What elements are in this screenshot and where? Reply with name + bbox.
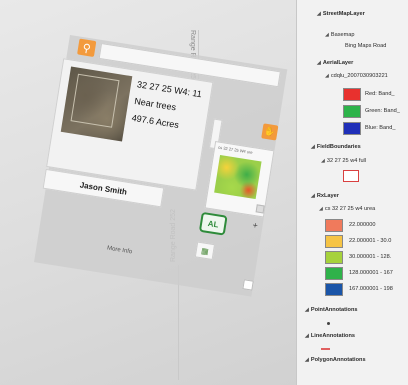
layer-name: cs 32 27 25 w4 urea <box>324 206 376 212</box>
layer-name: cdqlu_2007030903221 <box>330 73 388 79</box>
legend-sublayer-field[interactable]: ◢ 32 27 25 w4 full <box>321 158 366 164</box>
collapse-triangle-icon[interactable]: ◢ <box>317 11 321 17</box>
legend-sublayer-bing: Bing Maps Road <box>345 43 387 49</box>
rx-map-title: cs 32 27 25 W4 ure <box>217 144 253 155</box>
legend-layer-polygonannotations[interactable]: ◢ PolygonAnnotations <box>305 357 366 363</box>
rx-map-thumbnail <box>214 154 262 200</box>
aerial-thumbnail[interactable] <box>60 66 133 142</box>
collapse-triangle-icon[interactable]: ◢ <box>311 144 315 150</box>
field-info-popup: ⚲ 32 27 25 W4: 11 Near trees 497.6 Acres… <box>34 35 288 297</box>
field-outline-swatch <box>343 170 359 182</box>
rx-swatch <box>325 235 343 248</box>
field-acres: 497.6 Acres <box>131 112 180 131</box>
collapse-triangle-icon[interactable]: ◢ <box>325 73 329 79</box>
collapse-triangle-icon[interactable]: ◢ <box>319 206 323 212</box>
rx-class-label: 22.000000 <box>349 222 376 228</box>
rx-swatch <box>325 219 343 232</box>
collapse-triangle-icon[interactable]: ◢ <box>305 307 309 313</box>
point-symbol <box>327 322 330 325</box>
rx-class-label: 167.000001 - 198 <box>349 286 393 292</box>
map-icon: ▦ <box>200 245 210 256</box>
legend-layer-aerial[interactable]: ◢ AerialLayer <box>317 60 353 66</box>
legend-sublayer-rx[interactable]: ◢ cs 32 27 25 w4 urea <box>319 206 375 212</box>
field-info: 32 27 25 W4: 11 Near trees 497.6 Acres <box>130 79 209 141</box>
legend-layer-rx[interactable]: ◢ RxLayer <box>311 193 339 199</box>
rx-swatch <box>325 283 343 296</box>
band-swatch-green <box>343 105 361 118</box>
hand-button[interactable]: ✋ <box>261 123 279 141</box>
rx-card-button[interactable] <box>255 204 265 214</box>
band-swatch-red <box>343 88 361 101</box>
layer-name: AerialLayer <box>322 60 354 66</box>
line-symbol <box>321 348 330 350</box>
collapse-triangle-icon[interactable]: ◢ <box>317 60 321 66</box>
layer-name: PointAnnotations <box>310 307 358 313</box>
legend-layer-fieldboundaries[interactable]: ◢ FieldBoundaries <box>311 144 361 150</box>
layer-name: FieldBoundaries <box>316 144 361 150</box>
layer-name: RxLayer <box>316 193 339 199</box>
field-summary-panel: 32 27 25 W4: 11 Near trees 497.6 Acres <box>46 58 214 191</box>
hand-icon: ✋ <box>263 125 277 138</box>
rx-class-label: 128.000001 - 167 <box>349 270 393 276</box>
band-label-green: Green: Band_ <box>365 108 400 114</box>
layer-name: LineAnnotations <box>310 333 355 339</box>
legend-layer-streetmap[interactable]: ◢ StreetMapLayer <box>317 11 365 17</box>
band-swatch-blue <box>343 122 361 135</box>
layer-name: Basemap <box>330 32 355 38</box>
map-thumbnail-button[interactable]: ▦ <box>194 241 216 261</box>
rx-swatch <box>325 251 343 264</box>
al-badge[interactable]: AL <box>198 211 228 236</box>
more-info-link[interactable]: More Info <box>107 245 133 255</box>
search-button[interactable]: ⚲ <box>77 38 97 58</box>
plus-icon[interactable]: + <box>252 220 259 231</box>
layer-name: StreetMapLayer <box>322 11 365 17</box>
rx-class-label: 30.000001 - 128. <box>349 254 392 260</box>
rx-map-card[interactable]: cs 32 27 25 W4 ure <box>204 141 275 218</box>
legend-layer-basemap[interactable]: ◢ Basemap <box>325 32 355 38</box>
legend-layer-lineannotations[interactable]: ◢ LineAnnotations <box>305 333 355 339</box>
collapse-triangle-icon[interactable]: ◢ <box>305 333 309 339</box>
collapse-triangle-icon[interactable]: ◢ <box>305 357 309 363</box>
layer-legend-panel: ◢ StreetMapLayer ◢ Basemap Bing Maps Road … <box>296 0 408 385</box>
collapse-triangle-icon[interactable]: ◢ <box>321 158 325 164</box>
collapse-triangle-icon[interactable]: ◢ <box>325 32 329 38</box>
field-outline <box>70 73 120 128</box>
collapse-triangle-icon[interactable]: ◢ <box>311 193 315 199</box>
owner-name: Jason Smith <box>79 179 128 197</box>
band-label-blue: Blue: Band_ <box>365 125 396 131</box>
layer-name: 32 27 25 w4 full <box>326 158 367 164</box>
layer-name: PolygonAnnotations <box>310 357 366 363</box>
search-icon: ⚲ <box>81 41 92 55</box>
rx-class-label: 22.000001 - 30.0 <box>349 238 392 244</box>
band-label-red: Red: Band_ <box>365 91 395 97</box>
legend-sublayer-cdqlu[interactable]: ◢ cdqlu_2007030903221 <box>325 73 388 79</box>
small-checkbox[interactable] <box>242 279 254 291</box>
legend-layer-pointannotations[interactable]: ◢ PointAnnotations <box>305 307 357 313</box>
rx-swatch <box>325 267 343 280</box>
